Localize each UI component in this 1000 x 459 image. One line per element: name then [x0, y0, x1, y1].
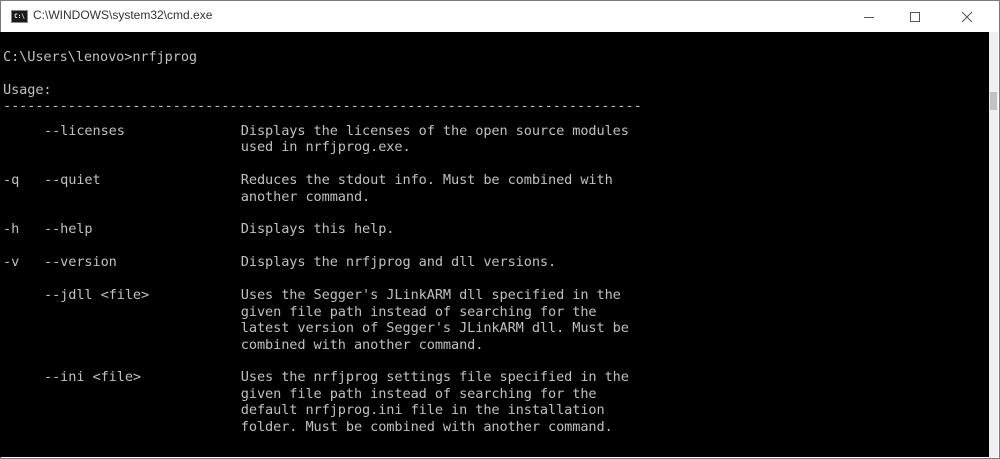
option-short-flag: -q: [3, 172, 20, 189]
maximize-button[interactable]: [892, 1, 938, 32]
option-description-line: Uses the nrfjprog settings file specifie…: [240, 369, 629, 386]
maximize-icon: [910, 11, 920, 22]
option-description-line: given file path instead of searching for…: [240, 303, 597, 320]
option-description-line: combined with another command.: [240, 336, 484, 353]
option-description-line: Uses the Segger's JLinkARM dll specified…: [240, 287, 621, 304]
console-icon: C:\: [11, 10, 28, 23]
option-description-line: latest version of Segger's JLinkARM dll.…: [240, 320, 629, 337]
option-long-flag: --licenses: [44, 122, 125, 139]
option-description-line: Displays the nrfjprog and dll versions.: [240, 254, 557, 271]
option-description-line: given file path instead of searching for…: [240, 385, 597, 402]
option-long-flag: --help: [44, 221, 93, 238]
minimize-button[interactable]: [846, 1, 892, 32]
option-description-line: Displays this help.: [240, 221, 395, 238]
option-long-flag: --jdll <file>: [44, 287, 150, 304]
option-long-flag: --version: [44, 254, 117, 271]
scrollbar-thumb[interactable]: [990, 92, 997, 110]
option-description-line: another command.: [240, 188, 371, 205]
close-button[interactable]: [944, 1, 990, 32]
option-short-flag: -h: [3, 221, 20, 238]
option-short-flag: -v: [3, 254, 20, 271]
prompt-line: C:\Users\lenovo>nrfjprog: [3, 49, 198, 65]
option-description-line: default nrfjprog.ini file in the install…: [240, 402, 605, 419]
close-icon: [961, 11, 973, 22]
option-description-line: used in nrfjprog.exe.: [240, 139, 411, 156]
option-long-flag: --quiet: [44, 172, 101, 189]
option-description-line: Displays the licenses of the open source…: [240, 122, 629, 139]
usage-heading: Usage:: [3, 82, 52, 98]
option-description-line: folder. Must be combined with another co…: [240, 418, 613, 435]
vertical-scrollbar[interactable]: [989, 32, 998, 457]
separator-line: ----------------------------------------…: [3, 98, 642, 114]
title-bar[interactable]: C:\ C:\WINDOWS\system32\cmd.exe: [1, 1, 999, 32]
option-long-flag: --ini <file>: [44, 369, 142, 386]
option-description-line: Reduces the stdout info. Must be combine…: [240, 172, 613, 189]
window-title: C:\WINDOWS\system32\cmd.exe: [33, 8, 213, 22]
minimize-icon: [864, 16, 874, 18]
terminal-output[interactable]: C:\Users\lenovo>nrfjprog Usage: --------…: [0, 32, 989, 457]
